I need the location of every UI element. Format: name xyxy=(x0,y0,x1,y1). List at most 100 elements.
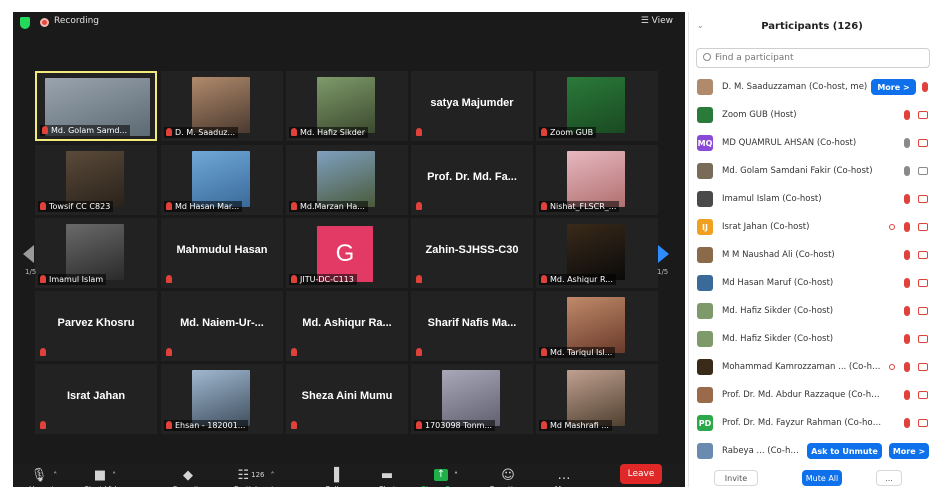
participant-tile[interactable]: satya Majumder xyxy=(411,71,533,141)
participant-tile[interactable]: Nishat_FLSCR_... xyxy=(536,145,658,215)
participant-tile[interactable]: Imamul Islam xyxy=(35,218,157,288)
participant-avatar xyxy=(697,331,713,347)
participant-tile[interactable]: Md. Hafiz Sikder xyxy=(286,71,408,141)
participant-label-text: 1703098 Tonm... xyxy=(425,421,493,430)
participant-tile[interactable]: Towsif CC C823 xyxy=(35,145,157,215)
previous-page-arrow-icon[interactable] xyxy=(23,245,34,263)
participant-tile[interactable]: Md Hasan Mar... xyxy=(161,145,283,215)
participant-tile[interactable]: Md. Golam Samd... xyxy=(35,71,157,141)
participant-row[interactable]: Prof. Dr. Md. Abdur Razzaque (Co-host) xyxy=(689,382,934,410)
participant-label-text: D. M. Saaduz... xyxy=(175,128,236,137)
participant-label-text: Md. Ashiqur R... xyxy=(550,275,613,284)
participant-tile[interactable]: Md.Marzan Ha... xyxy=(286,145,408,215)
participant-tile[interactable]: 1703098 Tonm... xyxy=(411,364,533,434)
caret-up-icon[interactable]: ˄ xyxy=(271,471,275,480)
participant-tile[interactable]: Md Mashrafi ... xyxy=(536,364,658,434)
participant-tile[interactable]: Md. Naiem-Ur-... xyxy=(161,291,283,361)
participant-row[interactable]: Md. Hafiz Sikder (Co-host) xyxy=(689,298,934,326)
participant-name-label: Md Mashrafi ... xyxy=(539,420,612,431)
participant-avatar xyxy=(697,275,713,291)
participant-avatar xyxy=(697,79,713,95)
participant-row[interactable]: Md. Golam Samdani Fakir (Co-host) xyxy=(689,158,934,186)
participant-name: Md. Hafiz Sikder (Co-host) xyxy=(722,306,834,316)
invite-button[interactable]: Invite xyxy=(714,470,758,486)
participant-name: Prof. Dr. Md. Fayzur Rahman (Co-host) xyxy=(722,418,882,428)
participant-name-label: Zoom GUB xyxy=(539,127,597,138)
participant-label-text: Md. Tariqul Isl... xyxy=(550,348,613,357)
ask-to-unmute-button[interactable]: Ask to Unmute xyxy=(807,443,882,459)
view-button[interactable]: ☰ View xyxy=(641,16,673,26)
more-button[interactable]: …More xyxy=(535,467,593,487)
participant-video xyxy=(192,77,250,133)
participant-name-center: Zahin-SJHSS-C30 xyxy=(425,244,519,256)
encryption-shield-icon[interactable] xyxy=(20,17,30,29)
participant-tile[interactable]: Israt Jahan xyxy=(35,364,157,434)
caret-up-icon[interactable]: ˄ xyxy=(454,471,458,480)
participant-tile[interactable]: Zahin-SJHSS-C30 xyxy=(411,218,533,288)
participant-more-button[interactable]: More > xyxy=(871,79,916,95)
mute-all-button[interactable]: Mute All xyxy=(802,470,842,486)
participant-tile[interactable]: Md. Ashiqur R... xyxy=(536,218,658,288)
participants-title: Participants (126) xyxy=(761,21,863,32)
participant-row[interactable]: Mohammad Kamrozzaman ... (Co-host) xyxy=(689,354,934,382)
participant-name-center: Sharif Nafis Ma... xyxy=(427,317,517,329)
participants-icon: ☷ 126 ˄ xyxy=(237,467,275,483)
mic-muted-icon xyxy=(922,82,928,92)
polls-button[interactable]: ▐Polls xyxy=(305,467,363,487)
participant-tile[interactable]: Parvez Khosru xyxy=(35,291,157,361)
shield-security-button[interactable]: ◆Security xyxy=(159,467,217,487)
participant-avatar xyxy=(697,303,713,319)
mic-muted-icon xyxy=(904,250,910,260)
panel-more-button[interactable]: ... xyxy=(876,470,902,486)
participant-video xyxy=(317,151,375,207)
participant-tile[interactable]: D. M. Saaduz... xyxy=(161,71,283,141)
mic-muted-icon xyxy=(291,275,297,283)
mic-muted-icon xyxy=(416,202,422,210)
participant-row[interactable]: MQ MD QUAMRUL AHSAN (Co-host) xyxy=(689,130,934,158)
participant-row[interactable]: Zoom GUB (Host) xyxy=(689,102,934,130)
participant-name-center: Md. Ashiqur Ra... xyxy=(302,317,392,329)
participant-row[interactable]: IJ Israt Jahan (Co-host) xyxy=(689,214,934,242)
participant-row[interactable]: Imamul Islam (Co-host) xyxy=(689,186,934,214)
participant-row[interactable]: D. M. Saaduzzaman (Co-host, me) More > xyxy=(689,74,934,102)
next-page-arrow-icon[interactable] xyxy=(658,245,669,263)
participant-row[interactable]: Md. Hafiz Sikder (Co-host) xyxy=(689,326,934,354)
mic-muted-icon xyxy=(166,348,172,356)
participant-more-button[interactable]: More > xyxy=(889,443,929,459)
participant-row[interactable]: Md Hasan Maruf (Co-host) xyxy=(689,270,934,298)
share-screen-button[interactable]: ↑˄Share Screen xyxy=(417,467,475,487)
participant-tile[interactable]: G JITU-DC-C113 xyxy=(286,218,408,288)
participant-tile[interactable]: Mahmudul Hasan xyxy=(161,218,283,288)
raised-hand-icon xyxy=(889,224,895,230)
participant-tile[interactable]: Sheza Aini Mumu xyxy=(286,364,408,434)
reactions-button[interactable]: ☺Reactions xyxy=(479,467,537,487)
video-off-button[interactable]: ■˄Start Video xyxy=(76,467,134,487)
participant-tile[interactable]: Zoom GUB xyxy=(536,71,658,141)
participant-search-input[interactable] xyxy=(696,48,930,68)
participant-avatar xyxy=(697,359,713,375)
participant-tile[interactable]: Md. Ashiqur Ra... xyxy=(286,291,408,361)
collapse-chevron-icon[interactable]: ⌄ xyxy=(697,21,704,30)
view-label: View xyxy=(651,16,673,26)
leave-button[interactable]: Leave xyxy=(620,464,662,484)
participants-button[interactable]: ☷126˄Participants xyxy=(227,467,285,487)
participant-row[interactable]: Rabeya ... (Co-host) Ask to Unmute More > xyxy=(689,438,934,466)
caret-up-icon[interactable]: ˄ xyxy=(112,471,116,480)
participant-label-text: Md Mashrafi ... xyxy=(550,421,609,430)
participant-tile[interactable]: Sharif Nafis Ma... xyxy=(411,291,533,361)
participant-tile[interactable]: Ehsan - 182001... xyxy=(161,364,283,434)
participant-row[interactable]: M M Naushad Ali (Co-host) xyxy=(689,242,934,270)
participant-row[interactable]: PD Prof. Dr. Md. Fayzur Rahman (Co-host) xyxy=(689,410,934,438)
participant-name-label: Md.Marzan Ha... xyxy=(289,201,368,212)
chat-button[interactable]: ▬Chat xyxy=(358,467,416,487)
video-off-icon xyxy=(918,279,928,287)
meeting-toolbar: 🎙˄Unmute■˄Start Video ◆Security ☷126˄Parti… xyxy=(13,464,685,487)
participant-tile[interactable]: Prof. Dr. Md. Fa... xyxy=(411,145,533,215)
mic-muted-icon xyxy=(541,421,547,429)
video-off-icon xyxy=(918,223,928,231)
caret-up-icon[interactable]: ˄ xyxy=(53,471,57,480)
mic-muted-button[interactable]: 🎙˄Unmute xyxy=(15,467,73,487)
mic-muted-icon xyxy=(904,418,910,428)
video-off-icon xyxy=(918,419,928,427)
participant-tile[interactable]: Md. Tariqul Isl... xyxy=(536,291,658,361)
